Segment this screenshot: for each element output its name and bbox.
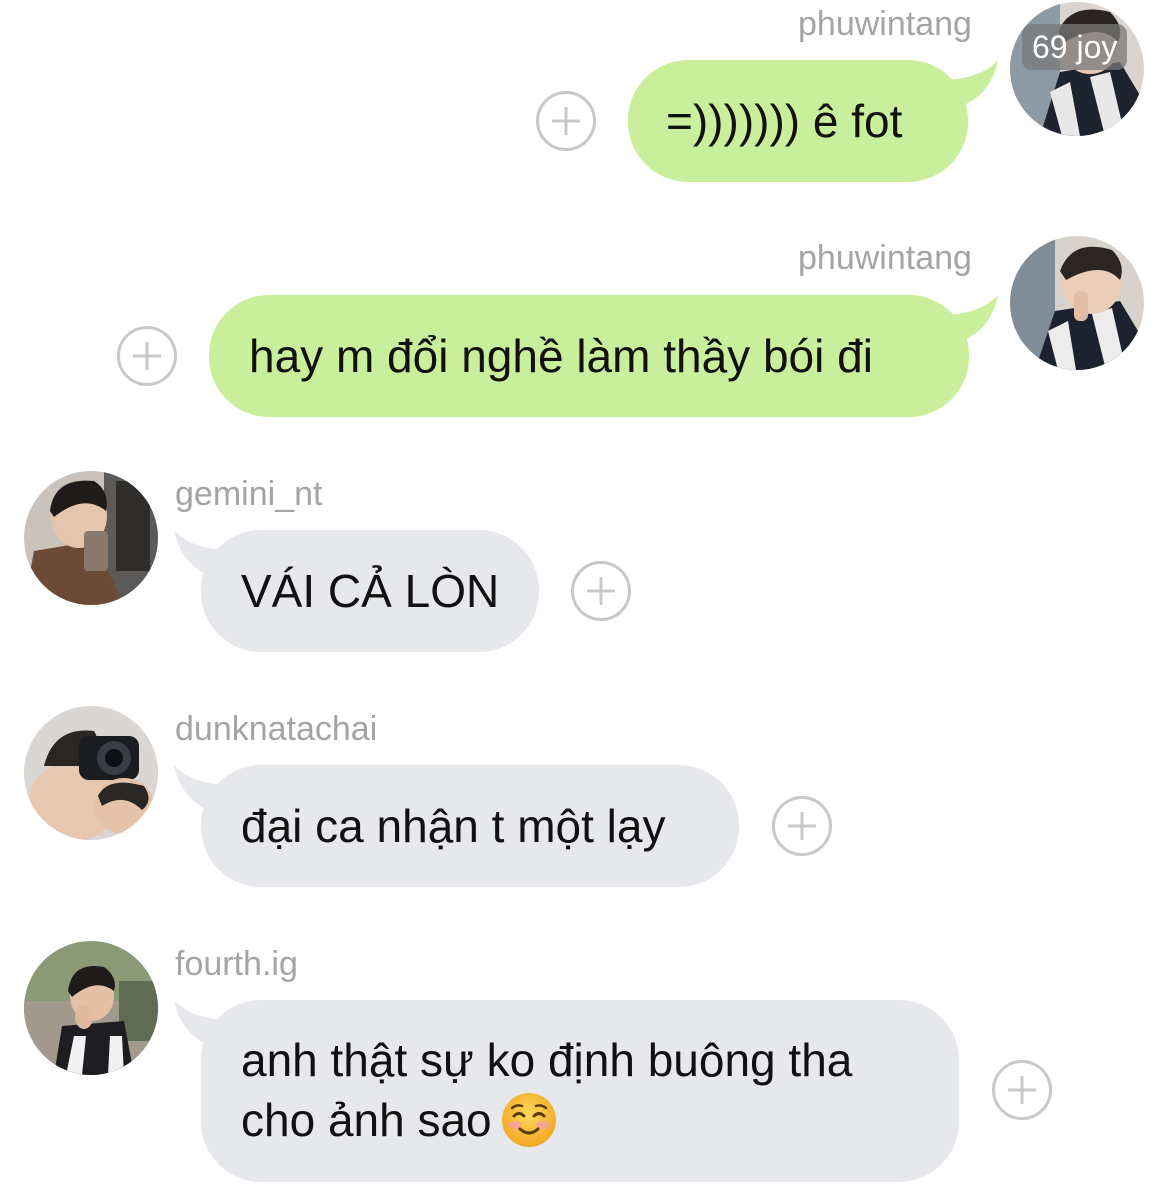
plus-icon (1008, 1076, 1036, 1104)
avatar[interactable] (1010, 236, 1144, 370)
message-username: gemini_nt (175, 475, 323, 513)
add-reaction-button[interactable] (992, 1060, 1052, 1120)
message-text-line: anh thật sự ko định buông tha (241, 1034, 853, 1086)
message-username: dunknatachai (175, 710, 378, 748)
message-text: =))))))) ê fot (666, 95, 903, 147)
add-reaction-button[interactable] (571, 561, 631, 621)
message-text: đại ca nhận t một lạy (241, 800, 666, 852)
message-bubble[interactable]: =))))))) ê fot (628, 60, 968, 182)
plus-icon (552, 107, 580, 135)
message-text: hay m đổi nghề làm thầy bói đi (249, 330, 873, 382)
reaction-count-badge: 69 joy (1022, 24, 1128, 70)
message-text: VÁI CẢ LÒN (241, 565, 500, 617)
message-bubble[interactable]: anh thật sự ko định buông tha cho ảnh sa… (201, 1000, 959, 1182)
plus-icon (788, 812, 816, 840)
plus-icon (133, 342, 161, 370)
message-username: phuwintang (798, 239, 972, 277)
chat-screen: phuwintang =))))))) ê fot 69 joy phuwint… (0, 0, 1170, 1190)
message-bubble[interactable]: hay m đổi nghề làm thầy bói đi (209, 295, 969, 417)
add-reaction-button[interactable] (117, 326, 177, 386)
message-username: fourth.ig (175, 945, 298, 983)
add-reaction-button[interactable] (772, 796, 832, 856)
message-bubble[interactable]: VÁI CẢ LÒN (201, 530, 539, 652)
message-text-line: cho ảnh sao (241, 1094, 492, 1146)
avatar[interactable] (24, 471, 158, 605)
message-text-line-wrap: cho ảnh sao (241, 1090, 959, 1150)
message-bubble[interactable]: đại ca nhận t một lạy (201, 765, 739, 887)
message-username: phuwintang (798, 5, 972, 43)
avatar[interactable] (24, 941, 158, 1075)
smiling-face-emoji-icon (501, 1092, 556, 1147)
avatar[interactable] (24, 706, 158, 840)
add-reaction-button[interactable] (536, 91, 596, 151)
plus-icon (587, 577, 615, 605)
